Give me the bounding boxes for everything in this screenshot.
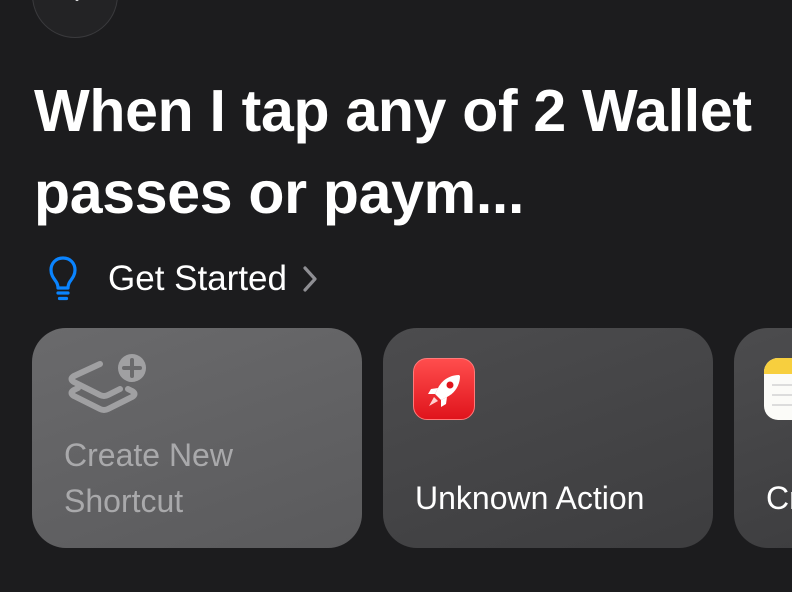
notes-line xyxy=(772,384,792,386)
notes-line xyxy=(772,394,792,396)
card-label: Cr xyxy=(766,480,792,516)
notes-icon xyxy=(764,358,792,420)
layers-plus-icon xyxy=(68,354,146,413)
create-new-shortcut-card[interactable]: Create New Shortcut xyxy=(32,328,362,548)
notes-line xyxy=(772,404,792,406)
chevron-left-icon xyxy=(75,0,79,1)
app-tile xyxy=(413,358,475,420)
automation-screen: When I tap any of 2 Wallet passes or pay… xyxy=(0,0,792,592)
card-label: Unknown Action xyxy=(415,480,645,516)
back-button[interactable] xyxy=(32,0,118,38)
notes-band xyxy=(764,358,792,374)
get-started-link[interactable]: Get Started xyxy=(48,254,319,304)
page-title: When I tap any of 2 Wallet passes or pay… xyxy=(34,78,752,226)
notes-action-card[interactable]: Cr xyxy=(734,328,792,548)
card-label: Create New Shortcut xyxy=(64,437,233,519)
chevron-right-icon xyxy=(303,266,317,292)
rocket-icon xyxy=(428,375,460,407)
unknown-action-card[interactable]: Unknown Action xyxy=(383,328,713,548)
get-started-label: Get Started xyxy=(108,259,287,298)
lightbulb-icon xyxy=(49,256,77,301)
